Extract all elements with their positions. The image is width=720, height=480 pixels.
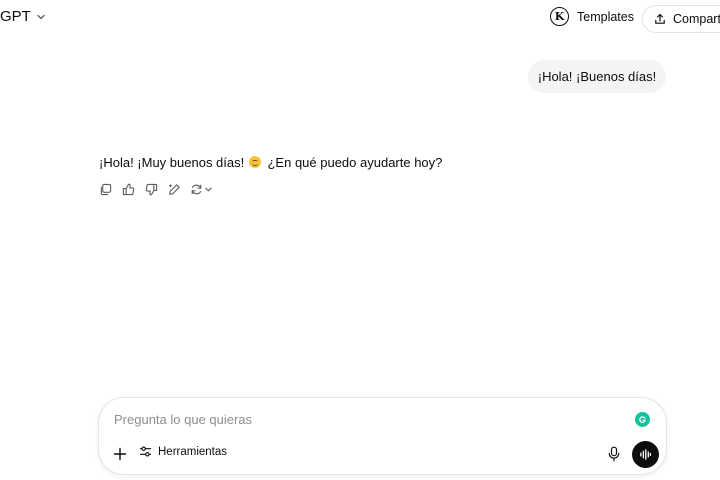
chevron-down-icon bbox=[205, 187, 212, 191]
voice-waveform-icon bbox=[640, 449, 652, 460]
edit-icon bbox=[168, 183, 180, 195]
thumbs-up-button[interactable] bbox=[121, 182, 135, 196]
voice-mode-button[interactable] bbox=[632, 441, 659, 468]
share-label: Compartir bbox=[673, 12, 720, 26]
microphone-icon[interactable] bbox=[607, 446, 621, 462]
grammarly-icon[interactable] bbox=[635, 412, 650, 427]
assistant-message: ¡Hola! ¡Muy buenos días! ¿En qué puedo a… bbox=[99, 155, 442, 170]
templates-label: Templates bbox=[577, 9, 634, 24]
regenerate-icon bbox=[191, 184, 202, 194]
model-name: GPT bbox=[0, 8, 31, 25]
assistant-message-text-end: ¿En qué puedo ayudarte hoy? bbox=[267, 155, 443, 170]
prompt-input[interactable] bbox=[114, 412, 614, 427]
assistant-message-text-start: ¡Hola! ¡Muy buenos días! bbox=[99, 155, 245, 170]
user-message-bubble: ¡Hola! ¡Buenos días! bbox=[528, 60, 666, 93]
top-bar: GPT K Templates Compartir bbox=[0, 0, 720, 38]
share-button[interactable]: Compartir bbox=[642, 5, 720, 33]
message-actions bbox=[98, 182, 213, 196]
grammarly-g-glyph bbox=[639, 416, 646, 423]
smiling-face-emoji-icon bbox=[248, 156, 261, 168]
thumbs-down-icon bbox=[145, 183, 157, 195]
copy-button[interactable] bbox=[98, 182, 112, 196]
templates-logo-icon: K bbox=[550, 7, 569, 26]
templates-button[interactable]: K Templates bbox=[550, 7, 634, 26]
chevron-down-icon bbox=[37, 14, 45, 19]
sliders-icon bbox=[139, 446, 152, 457]
user-message-text: ¡Hola! ¡Buenos días! bbox=[537, 69, 657, 84]
copy-icon bbox=[100, 183, 111, 195]
edit-button[interactable] bbox=[167, 182, 181, 196]
regenerate-button[interactable] bbox=[190, 183, 213, 196]
tools-button[interactable]: Herramientas bbox=[139, 445, 227, 458]
plus-icon[interactable] bbox=[112, 446, 128, 462]
composer: Herramientas bbox=[98, 397, 667, 475]
thumbs-up-icon bbox=[122, 183, 134, 195]
share-icon bbox=[655, 13, 665, 24]
thumbs-down-button[interactable] bbox=[144, 182, 158, 196]
model-selector[interactable]: GPT bbox=[0, 8, 47, 25]
tools-label: Herramientas bbox=[158, 445, 228, 458]
